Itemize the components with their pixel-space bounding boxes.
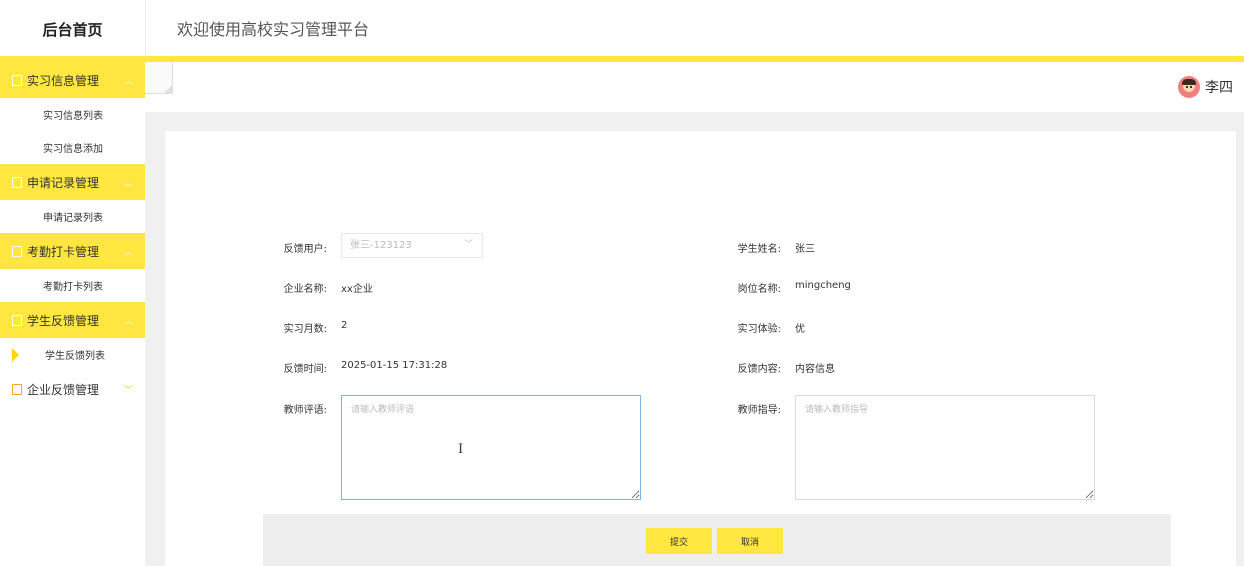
experience-value: 优 xyxy=(795,324,805,335)
top-header: 后台首页 欢迎使用高校实习管理平台 xyxy=(0,0,1244,58)
header-divider xyxy=(145,0,146,58)
months-label: 实习月数: xyxy=(283,324,327,335)
experience-label: 实习体验: xyxy=(737,324,781,335)
feedback-content-label: 反馈内容: xyxy=(737,364,781,375)
chevron-up-icon: ︿ xyxy=(124,77,134,87)
student-name-label: 学生姓名: xyxy=(737,244,781,255)
teacher-guidance-label: 教师指导: xyxy=(737,405,781,416)
sidebar-group-label: 学生反馈管理 xyxy=(27,313,100,328)
tab-bar: 李四 xyxy=(145,62,1244,112)
company-name-label: 企业名称: xyxy=(283,284,327,295)
feedback-time-label: 反馈时间: xyxy=(283,364,327,375)
sidebar-item-attendance-list[interactable]: 考勤打卡列表 xyxy=(0,269,145,302)
feedback-form-panel: 反馈用户: 张三-123123 ﹀ 学生姓名: 张三 企业名称: xx企业 岗位… xyxy=(165,131,1236,566)
months-value: 2 xyxy=(341,320,348,331)
teacher-comment-label: 教师评语: xyxy=(283,405,327,416)
sidebar-group-internship-info[interactable]: 实习信息管理 ︿ xyxy=(0,62,145,98)
chevron-up-icon: ︿ xyxy=(124,179,134,189)
feedback-content-value: 内容信息 xyxy=(795,364,835,375)
student-name-value: 张三 xyxy=(795,244,815,255)
sidebar-group-attendance[interactable]: 考勤打卡管理 ︿ xyxy=(0,233,145,269)
company-name-value: xx企业 xyxy=(341,284,373,295)
position-name-label: 岗位名称: xyxy=(737,284,781,295)
document-icon xyxy=(12,314,22,326)
avatar xyxy=(1178,76,1200,98)
page-fold-icon xyxy=(145,62,173,94)
main-content: 李四 反馈用户: 张三-123123 ﹀ 学生姓名: 张三 企业名称: xx企业… xyxy=(145,62,1244,566)
document-icon xyxy=(12,74,22,86)
sidebar-group-label: 实习信息管理 xyxy=(27,73,100,88)
site-title: 欢迎使用高校实习管理平台 xyxy=(177,20,370,39)
sidebar-item-internship-add[interactable]: 实习信息添加 xyxy=(0,131,145,164)
feedback-time-value: 2025-01-15 17:31:28 xyxy=(341,360,448,371)
user-menu[interactable]: 李四 xyxy=(1178,76,1233,98)
sidebar-group-application-records[interactable]: 申请记录管理 ︿ xyxy=(0,164,145,200)
document-icon xyxy=(12,245,22,257)
sidebar-item-student-feedback-list[interactable]: 学生反馈列表 xyxy=(0,338,145,371)
document-icon xyxy=(12,176,22,188)
sidebar: 实习信息管理 ︿ 实习信息列表 实习信息添加 申请记录管理 ︿ 申请记录列表 考… xyxy=(0,62,145,566)
sidebar-group-label: 申请记录管理 xyxy=(27,175,100,190)
sidebar-group-company-feedback[interactable]: 企业反馈管理 ﹀ xyxy=(0,371,145,407)
sidebar-item-application-list[interactable]: 申请记录列表 xyxy=(0,200,145,233)
active-indicator-icon xyxy=(12,348,19,362)
text-cursor-icon: I xyxy=(458,442,464,457)
position-name-value: mingcheng xyxy=(795,280,851,291)
user-name: 李四 xyxy=(1205,80,1233,96)
chevron-up-icon: ︿ xyxy=(124,317,134,327)
feedback-user-select[interactable]: 张三-123123 ﹀ xyxy=(341,233,483,258)
cancel-button[interactable]: 取消 xyxy=(717,528,783,554)
chevron-down-icon: ﹀ xyxy=(124,386,134,396)
sidebar-group-student-feedback[interactable]: 学生反馈管理 ︿ xyxy=(0,302,145,338)
feedback-user-label: 反馈用户: xyxy=(283,244,327,255)
teacher-guidance-input[interactable] xyxy=(795,395,1095,500)
sidebar-group-label: 考勤打卡管理 xyxy=(27,244,100,259)
chevron-up-icon: ︿ xyxy=(124,248,134,258)
teacher-comment-input[interactable] xyxy=(341,395,641,500)
sidebar-item-internship-list[interactable]: 实习信息列表 xyxy=(0,98,145,131)
submit-button[interactable]: 提交 xyxy=(646,528,712,554)
chevron-down-icon: ﹀ xyxy=(463,240,473,250)
home-logo[interactable]: 后台首页 xyxy=(0,0,145,58)
sidebar-item-label: 学生反馈列表 xyxy=(45,351,105,362)
feedback-user-value: 张三-123123 xyxy=(350,240,412,251)
sidebar-group-label: 企业反馈管理 xyxy=(27,382,100,397)
document-icon xyxy=(12,383,22,395)
form-actions: 提交 取消 xyxy=(263,514,1171,566)
